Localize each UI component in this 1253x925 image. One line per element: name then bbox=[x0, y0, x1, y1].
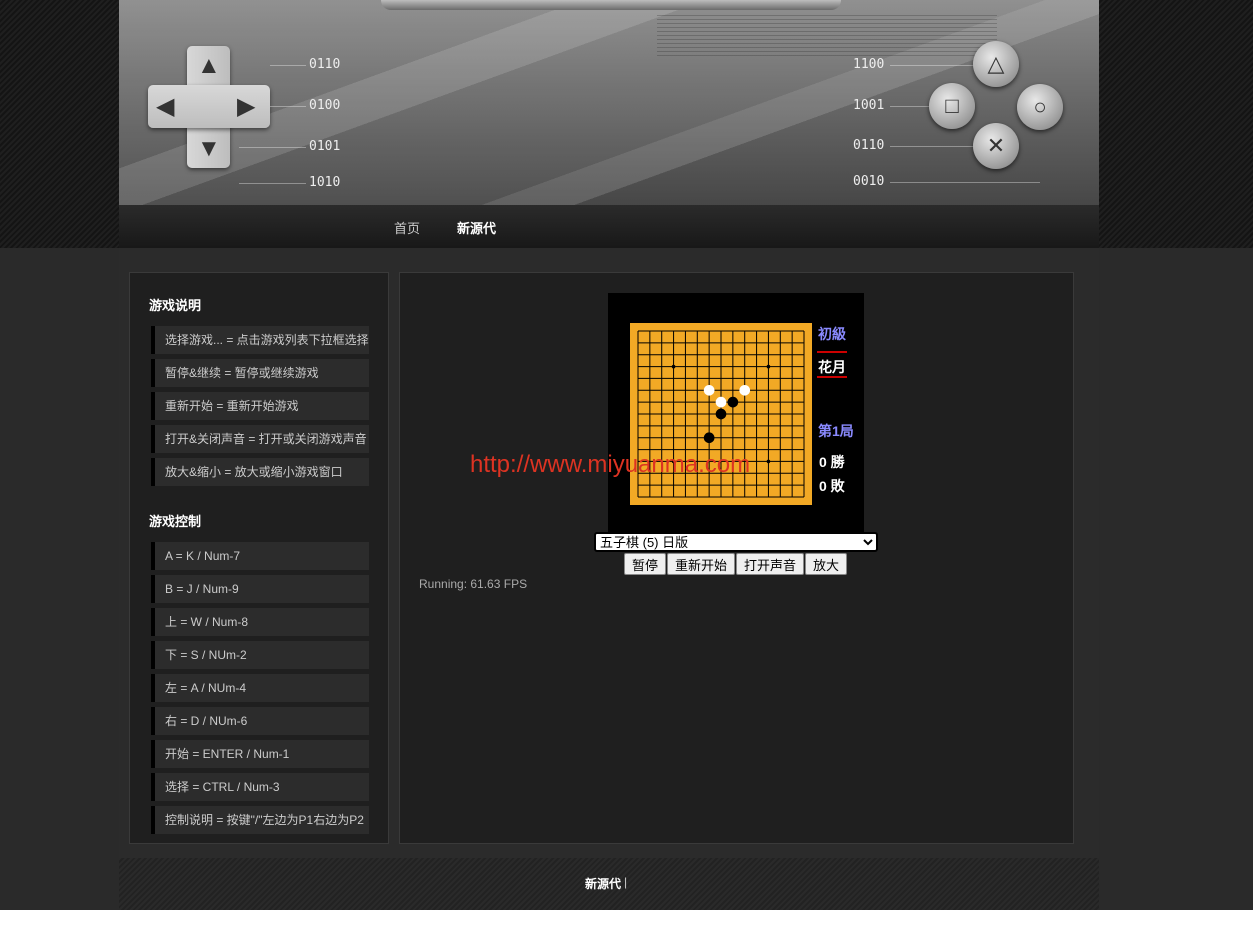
right-code-2: 1001 bbox=[853, 98, 885, 113]
header-banner: ▲ ▼ ◀ ▶ 0110 0100 0101 1010 1100 1001 01… bbox=[119, 0, 1099, 205]
cross-icon: ✕ bbox=[973, 123, 1019, 169]
control-item: 控制说明 = 按键"/"左边为P1右边为P2 bbox=[151, 806, 369, 834]
star-point bbox=[766, 364, 771, 369]
footer: 新源代 | bbox=[119, 858, 1099, 910]
instruction-item: 暂停&继续 = 暂停或继续游戏 bbox=[151, 359, 369, 387]
right-code-1: 1100 bbox=[853, 57, 885, 72]
left-code-3: 0101 bbox=[309, 139, 341, 154]
square-icon: □ bbox=[929, 83, 975, 129]
left-code-4: 1010 bbox=[309, 175, 341, 190]
triangle-icon: △ bbox=[973, 41, 1019, 87]
right-code-3: 0110 bbox=[853, 138, 885, 153]
black-stone bbox=[703, 432, 715, 444]
control-item: 右 = D / NUm-6 bbox=[151, 707, 369, 735]
control-item: 上 = W / Num-8 bbox=[151, 608, 369, 636]
black-stone bbox=[727, 396, 739, 408]
circle-icon: ○ bbox=[1017, 84, 1063, 130]
right-arrow-icon: ▶ bbox=[237, 93, 256, 120]
pause-button[interactable]: 暂停 bbox=[624, 553, 666, 575]
losses-label: 0 敗 bbox=[819, 478, 845, 494]
sound-button[interactable]: 打开声音 bbox=[736, 553, 804, 575]
control-item: 下 = S / NUm-2 bbox=[151, 641, 369, 669]
main-nav: 首页 新源代 bbox=[119, 205, 1099, 248]
dpad-graphic: ▲ ▼ ◀ ▶ bbox=[148, 46, 270, 168]
nav-xinyuandai[interactable]: 新源代 bbox=[457, 218, 496, 237]
footer-separator: | bbox=[624, 875, 628, 889]
control-item: 选择 = CTRL / Num-3 bbox=[151, 773, 369, 801]
round-label: 第1局 bbox=[818, 423, 854, 439]
instruction-item: 打开&关闭声音 = 打开或关闭游戏声音 bbox=[151, 425, 369, 453]
game-select[interactable]: 五子棋 (5) 日版 bbox=[594, 532, 878, 552]
star-point bbox=[671, 364, 676, 369]
star-point bbox=[766, 459, 771, 464]
instructions-title: 游戏说明 bbox=[149, 298, 202, 313]
control-item: 左 = A / NUm-4 bbox=[151, 674, 369, 702]
left-code-2: 0100 bbox=[309, 98, 341, 113]
white-stone bbox=[739, 384, 751, 396]
top-bar bbox=[381, 0, 841, 10]
nav-home[interactable]: 首页 bbox=[394, 218, 420, 237]
white-stone bbox=[703, 384, 715, 396]
sidebar: 游戏说明 选择游戏... = 点击游戏列表下拉框选择 暂停&继续 = 暂停或继续… bbox=[129, 272, 389, 844]
instruction-item: 重新开始 = 重新开始游戏 bbox=[151, 392, 369, 420]
white-stone bbox=[715, 396, 727, 408]
black-stone bbox=[715, 408, 727, 420]
left-arrow-icon: ◀ bbox=[156, 93, 175, 120]
up-arrow-icon: ▲ bbox=[197, 52, 221, 79]
text-texture bbox=[657, 14, 997, 56]
page-bottom bbox=[0, 910, 1253, 925]
restart-button[interactable]: 重新开始 bbox=[667, 553, 735, 575]
player-label: 花月 bbox=[818, 359, 846, 375]
controls-title: 游戏控制 bbox=[149, 514, 202, 529]
wins-label: 0 勝 bbox=[819, 454, 845, 470]
footer-link[interactable]: 新源代 bbox=[585, 875, 621, 892]
control-item: 开始 = ENTER / Num-1 bbox=[151, 740, 369, 768]
instruction-item: 选择游戏... = 点击游戏列表下拉框选择 bbox=[151, 326, 369, 354]
watermark-url: http://www.miyuanma.com bbox=[470, 451, 751, 478]
left-code-1: 0110 bbox=[309, 57, 341, 72]
instruction-item: 放大&缩小 = 放大或缩小游戏窗口 bbox=[151, 458, 369, 486]
control-item: A = K / Num-7 bbox=[151, 542, 369, 570]
right-code-4: 0010 bbox=[853, 174, 885, 189]
control-item: B = J / Num-9 bbox=[151, 575, 369, 603]
level-label: 初級 bbox=[818, 326, 846, 342]
down-arrow-icon: ▼ bbox=[197, 135, 221, 162]
zoom-button[interactable]: 放大 bbox=[805, 553, 847, 575]
game-canvas[interactable]: 初級 花月 第1局 0 勝 0 敗 bbox=[608, 293, 864, 533]
fps-status: Running: 61.63 FPS bbox=[419, 577, 528, 591]
